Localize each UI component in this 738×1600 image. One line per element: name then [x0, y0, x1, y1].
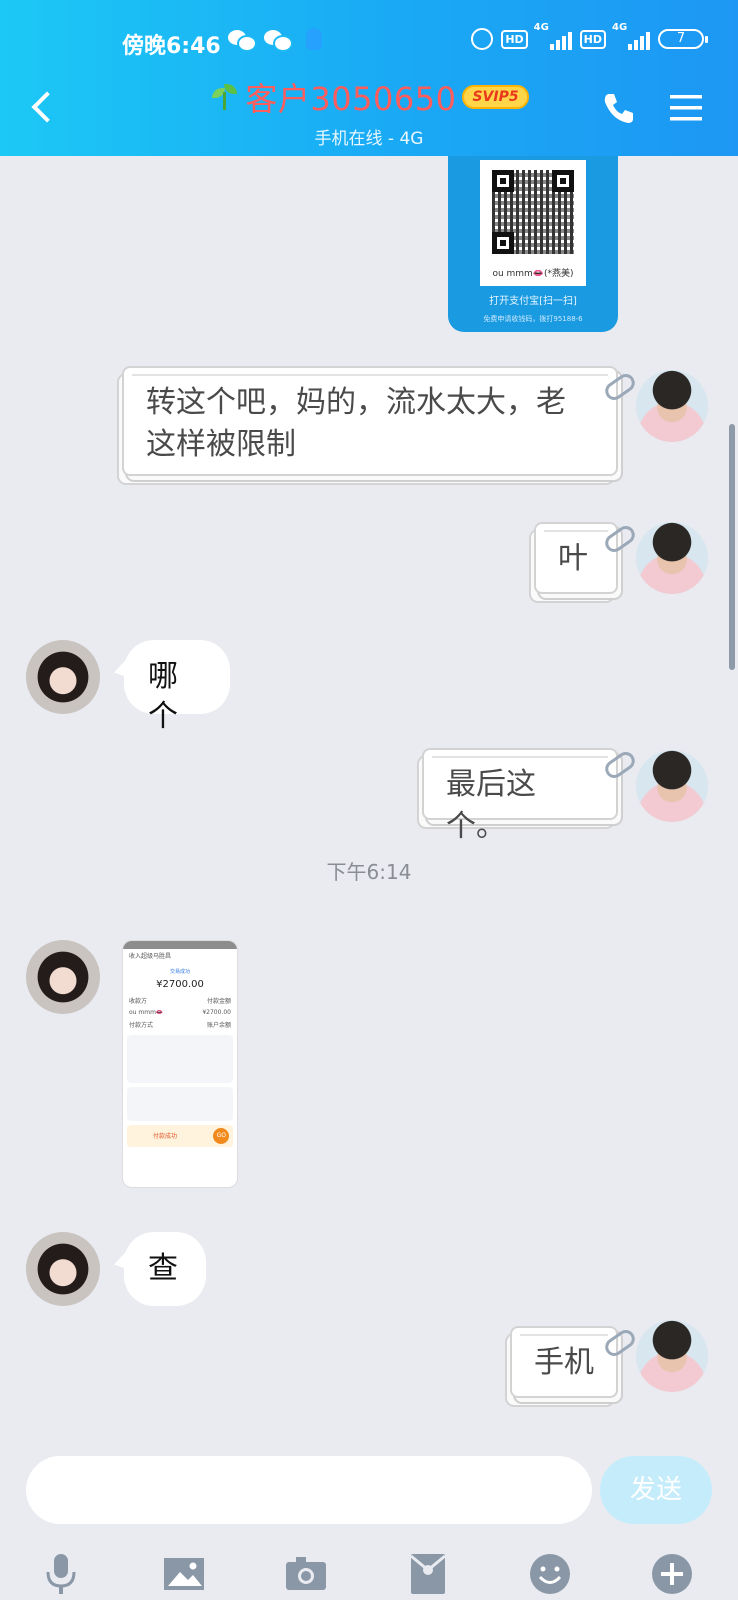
status-bar: 傍晚6:46 HD 4G HD 4G 7	[0, 22, 738, 64]
chat-header: 傍晚6:46 HD 4G HD 4G 7 客户3050650 SVIP5 手机在…	[0, 0, 738, 156]
input-bar: 发送	[0, 1456, 738, 1600]
payment-screenshot-image[interactable]: 收入超级马胜昌 交易成功 ¥2700.00 收款方 付款金额 ou mmm👄 ¥…	[122, 940, 238, 1188]
hd-badge: HD	[579, 29, 606, 49]
microphone-icon[interactable]	[40, 1552, 84, 1596]
wechat-notification-icon	[228, 28, 257, 52]
timestamp: 下午6:14	[326, 860, 412, 884]
qr-owner-name: ou mmm👄(*燕美)	[492, 269, 574, 279]
send-button[interactable]: 发送	[600, 1456, 712, 1524]
status-time: 傍晚6:46	[122, 34, 221, 59]
message-bubble-received[interactable]: 查	[124, 1232, 206, 1306]
message-bubble-sent[interactable]: 叶	[534, 522, 618, 594]
message-list[interactable]: ou mmm👄(*燕美) 打开支付宝[扫一扫] 免费申请收钱码，拨打95188-…	[0, 156, 738, 1456]
menu-icon	[670, 95, 702, 121]
my-avatar[interactable]	[636, 1320, 708, 1392]
sprout-icon	[209, 82, 239, 112]
red-packet-icon[interactable]	[406, 1552, 450, 1596]
contact-avatar[interactable]	[26, 640, 100, 714]
contact-avatar[interactable]	[26, 940, 100, 1014]
my-avatar[interactable]	[636, 522, 708, 594]
svip-badge: SVIP5	[462, 85, 529, 109]
contact-avatar[interactable]	[26, 1232, 100, 1306]
qq-notification-icon	[306, 28, 322, 50]
message-bubble-received[interactable]: 哪个	[124, 640, 230, 734]
emoji-icon[interactable]	[528, 1552, 572, 1596]
image-icon[interactable]	[162, 1552, 206, 1596]
contact-name[interactable]: 客户3050650	[245, 74, 456, 120]
phone-call-button[interactable]	[600, 90, 636, 126]
qr-footer: 免费申请收钱码，拨打95188-6	[483, 315, 583, 323]
message-bubble-sent[interactable]: 转这个吧，妈的，流水太大，老 这样被限制	[122, 366, 618, 476]
qr-open-hint: 打开支付宝[扫一扫]	[489, 296, 577, 307]
online-status: 手机在线 - 4G	[314, 129, 424, 149]
signal-icon: 4G	[612, 22, 650, 50]
phone-icon	[604, 94, 633, 123]
camera-icon[interactable]	[284, 1552, 328, 1596]
alipay-qr-image[interactable]: ou mmm👄(*燕美) 打开支付宝[扫一扫] 免费申请收钱码，拨打95188-…	[448, 156, 618, 332]
wechat-notification-icon	[264, 28, 293, 52]
alarm-icon	[471, 28, 494, 50]
menu-button[interactable]	[668, 90, 704, 126]
message-bubble-sent[interactable]: 手机	[510, 1326, 618, 1398]
message-input[interactable]	[26, 1456, 592, 1524]
my-avatar[interactable]	[636, 370, 708, 442]
plus-icon[interactable]	[650, 1552, 694, 1596]
toolbar	[0, 1552, 738, 1596]
signal-icon: 4G	[534, 22, 572, 50]
scrollbar[interactable]	[729, 424, 735, 670]
battery-icon: 7	[658, 29, 708, 49]
my-avatar[interactable]	[636, 750, 708, 822]
hd-badge: HD	[501, 29, 528, 49]
message-bubble-sent[interactable]: 最后这个。	[422, 748, 618, 844]
